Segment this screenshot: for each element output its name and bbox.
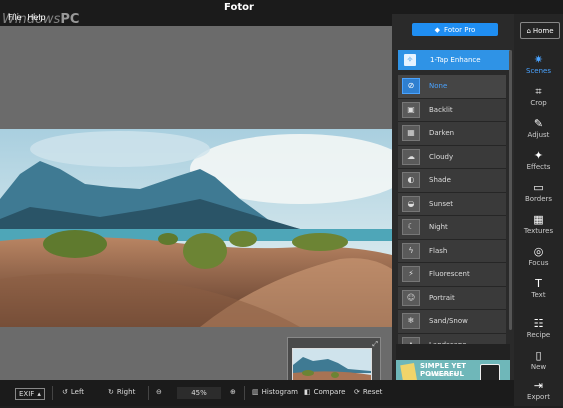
text-icon: T: [535, 277, 542, 290]
rotate-left-icon: ↺: [62, 388, 68, 396]
scene-item-shade[interactable]: ◐ Shade: [398, 169, 506, 193]
crop-icon: ⌗: [535, 85, 542, 98]
main-photo: [0, 129, 392, 327]
tool-crop[interactable]: ⌗ Crop: [514, 84, 563, 114]
scene-item-sunset[interactable]: ◒ Sunset: [398, 192, 506, 216]
fluorescent-icon: ⚡: [402, 266, 420, 283]
scenes-panel: ◆ Fotor Pro ✧ 1-Tap Enhance ⊘ None ▣ Backl…: [392, 14, 514, 380]
compare-button[interactable]: ◧ Compare: [304, 388, 345, 396]
scene-item-darken[interactable]: ▦ Darken: [398, 122, 506, 146]
tool-recipe[interactable]: ☷ Recipe: [514, 316, 563, 346]
zoom-out-icon: ⊖: [156, 388, 162, 396]
scene-item-fluorescent[interactable]: ⚡ Fluorescent: [398, 263, 506, 287]
rotate-right-button[interactable]: ↻ Right: [108, 388, 135, 396]
menu-help[interactable]: Help: [27, 13, 45, 22]
divider: [244, 386, 245, 400]
none-icon: ⊘: [402, 78, 420, 95]
zoom-out-button[interactable]: ⊖: [156, 388, 162, 396]
scene-list: ⊘ None ▣ Backlit ▦ Darken ☁ Cloudy ◐ Shade ◒ S…: [398, 75, 506, 357]
one-tap-enhance-button[interactable]: ✧ 1-Tap Enhance: [398, 50, 510, 70]
textures-icon: ▦: [533, 213, 544, 226]
tool-scenes[interactable]: ✷ Scenes: [514, 52, 563, 82]
night-icon: ☾: [402, 219, 420, 236]
backlit-icon: ▣: [402, 101, 420, 118]
tool-export[interactable]: ⇥ Export: [514, 378, 563, 408]
home-button[interactable]: ⌂ Home: [520, 22, 560, 39]
fotor-pro-button[interactable]: ◆ Fotor Pro: [412, 23, 498, 36]
shade-icon: ◐: [402, 172, 420, 189]
tool-focus[interactable]: ◎ Focus: [514, 244, 563, 274]
tool-adjust[interactable]: ✎ Adjust: [514, 116, 563, 146]
scene-item-night[interactable]: ☾ Night: [398, 216, 506, 240]
image-canvas[interactable]: ⤢: [0, 26, 392, 396]
zoom-in-icon: ⊕: [230, 388, 236, 396]
new-icon: ▯: [535, 349, 542, 362]
flash-icon: ϟ: [402, 242, 420, 259]
banner-subline: at fotor.com: [428, 372, 459, 378]
tool-effects[interactable]: ✦ Effects: [514, 148, 563, 178]
tool-borders[interactable]: ▭ Borders: [514, 180, 563, 210]
exif-button[interactable]: EXIF ▴: [15, 388, 45, 400]
scene-item-cloudy[interactable]: ☁ Cloudy: [398, 145, 506, 169]
recipe-icon: ☷: [533, 317, 544, 330]
home-icon: ⌂: [526, 26, 531, 35]
scene-item-none[interactable]: ⊘ None: [398, 75, 506, 99]
portrait-icon: ☺: [402, 289, 420, 306]
tool-textures[interactable]: ▦ Textures: [514, 212, 563, 242]
adjust-icon: ✎: [533, 117, 544, 130]
effects-icon: ✦: [533, 149, 544, 162]
tool-text[interactable]: T Text: [514, 276, 563, 306]
scenes-icon: ✷: [533, 53, 544, 66]
histogram-icon: ▥: [252, 388, 259, 396]
rotate-right-icon: ↻: [108, 388, 114, 396]
reset-icon: ⟳: [354, 388, 360, 396]
banner-top-strip: [396, 344, 510, 360]
export-icon: ⇥: [533, 379, 544, 392]
divider: [52, 386, 53, 400]
bottom-toolbar: EXIF ▴ ↺ Left ↻ Right ⊖ 45% ⊕ ▥ Histogram ◧ C…: [0, 380, 514, 406]
expand-icon[interactable]: ⤢: [372, 340, 378, 349]
rotate-left-button[interactable]: ↺ Left: [62, 388, 84, 396]
histogram-button[interactable]: ▥ Histogram: [252, 388, 298, 396]
darken-icon: ▦: [402, 125, 420, 142]
divider: [148, 386, 149, 400]
menu-bar: File Help: [8, 13, 46, 22]
zoom-level[interactable]: 45%: [177, 387, 221, 399]
sand-snow-icon: ❄: [402, 313, 420, 330]
scene-item-portrait[interactable]: ☺ Portrait: [398, 286, 506, 310]
menu-file[interactable]: File: [8, 13, 21, 22]
tool-sidebar: ⌂ Home ✷ Scenes ⌗ Crop ✎ Adjust ✦ Effects ▭ B…: [514, 14, 563, 406]
caret-up-icon: ▴: [37, 390, 41, 398]
scene-list-scrollbar[interactable]: [509, 50, 512, 330]
scene-item-sand-snow[interactable]: ❄ Sand/Snow: [398, 310, 506, 334]
scene-item-backlit[interactable]: ▣ Backlit: [398, 98, 506, 122]
magic-wand-icon: ✧: [404, 54, 416, 66]
compare-icon: ◧: [304, 388, 311, 396]
diamond-icon: ◆: [434, 25, 441, 34]
scene-item-flash[interactable]: ϟ Flash: [398, 239, 506, 263]
borders-icon: ▭: [533, 181, 544, 194]
sunset-icon: ◒: [402, 195, 420, 212]
cloudy-icon: ☁: [402, 148, 420, 165]
tool-new[interactable]: ▯ New: [514, 348, 563, 378]
zoom-in-button[interactable]: ⊕: [230, 388, 236, 396]
focus-icon: ◎: [533, 245, 544, 258]
reset-button[interactable]: ⟳ Reset: [354, 388, 382, 396]
